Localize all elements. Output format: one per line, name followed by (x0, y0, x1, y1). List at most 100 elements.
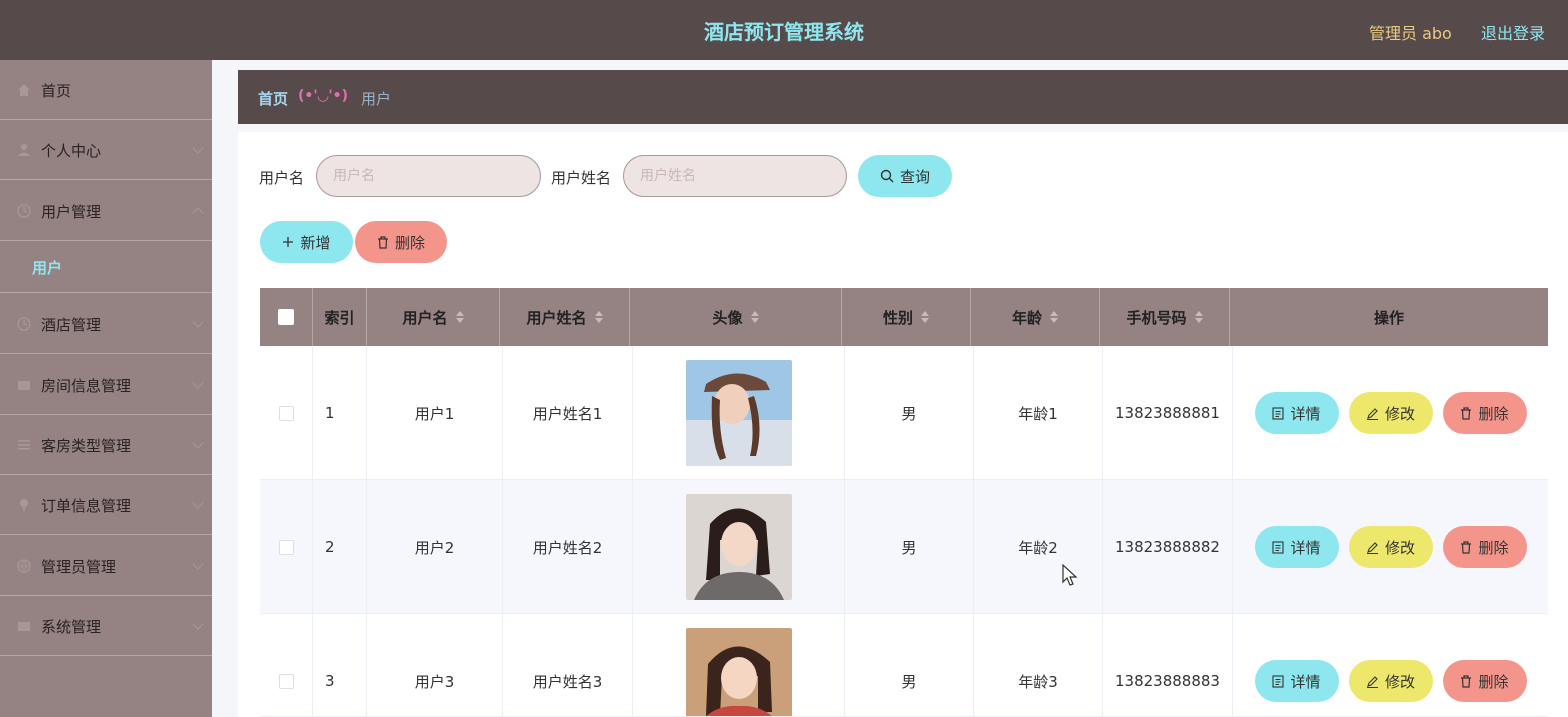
sort-icon[interactable] (1194, 311, 1203, 323)
sidebar-item-home[interactable]: 首页 (0, 60, 212, 120)
bulk-delete-button[interactable]: 删除 (355, 221, 447, 263)
table-row: 3 用户3 用户姓名3 男 年龄3 13823888883 详情 修改 删除 (260, 614, 1548, 717)
header-age[interactable]: 年龄 (971, 288, 1100, 346)
sidebar: 首页 个人中心 用户管理 用户 酒店管理 房间信息管理 客房类型管理 订单信息管… (0, 60, 212, 717)
bulk-delete-button-label: 删除 (394, 233, 425, 252)
username-input[interactable] (316, 155, 541, 197)
sidebar-item-personal-center[interactable]: 个人中心 (0, 120, 212, 180)
name-input[interactable] (623, 155, 847, 197)
delete-button-label: 删除 (1478, 404, 1509, 423)
header-label: 操作 (1373, 308, 1404, 327)
phone-cell: 13823888883 (1103, 614, 1233, 716)
pencil-icon (1366, 675, 1378, 688)
header-label: 性别 (882, 308, 913, 327)
name-label: 用户姓名 (551, 169, 612, 187)
document-icon (1272, 540, 1285, 554)
sidebar-item-label: 首页 (41, 82, 72, 100)
header-username[interactable]: 用户名 (367, 288, 500, 346)
phone-cell: 13823888881 (1103, 346, 1233, 480)
detail-button-label: 详情 (1290, 672, 1321, 691)
edit-button-label: 修改 (1384, 538, 1415, 557)
username-cell: 用户2 (367, 480, 503, 614)
edit-button[interactable]: 修改 (1348, 660, 1433, 702)
plus-icon (283, 237, 294, 247)
chevron-down-icon (192, 497, 204, 509)
gender-cell: 男 (845, 614, 974, 716)
name-cell: 用户姓名1 (503, 346, 633, 480)
header-gender[interactable]: 性别 (842, 288, 971, 346)
search-icon (880, 169, 894, 183)
detail-button-label: 详情 (1290, 404, 1321, 423)
delete-button[interactable]: 删除 (1442, 526, 1527, 568)
add-button[interactable]: 新增 (260, 221, 353, 263)
row-checkbox[interactable] (278, 539, 294, 555)
pencil-icon (1366, 541, 1378, 554)
delete-button[interactable]: 删除 (1442, 660, 1527, 702)
actions-cell: 详情 修改 删除 (1233, 346, 1548, 480)
sidebar-subitem-users[interactable]: 用户 (0, 241, 212, 293)
header-phone[interactable]: 手机号码 (1100, 288, 1230, 346)
header-label: 用户名 (402, 308, 448, 327)
globe-icon (17, 559, 31, 573)
select-all-checkbox[interactable] (278, 309, 294, 325)
edit-button-label: 修改 (1384, 672, 1415, 691)
logout-link[interactable]: 退出登录 (1481, 20, 1545, 44)
pencil-icon (1366, 407, 1378, 420)
sort-icon[interactable] (1050, 311, 1058, 323)
clock-icon (17, 317, 31, 331)
row-select-cell (260, 480, 313, 614)
header-avatar[interactable]: 头像 (630, 288, 842, 346)
document-icon (1272, 674, 1285, 688)
sort-icon[interactable] (921, 311, 929, 323)
sort-icon[interactable] (594, 311, 603, 323)
top-header: 酒店预订管理系统 管理员 abo 退出登录 (0, 0, 1568, 60)
index-cell: 2 (313, 480, 367, 614)
sort-icon[interactable] (750, 311, 759, 323)
sidebar-item-admin-management[interactable]: 管理员管理 (0, 536, 212, 596)
admin-name: 管理员 abo (1369, 24, 1452, 43)
username-cell: 用户3 (367, 614, 503, 716)
user-icon (18, 144, 30, 156)
sidebar-item-label: 管理员管理 (41, 558, 117, 576)
chevron-down-icon (192, 618, 204, 630)
username-label: 用户名 (259, 169, 305, 187)
detail-button[interactable]: 详情 (1254, 526, 1339, 568)
header-select-all[interactable] (260, 288, 313, 346)
edit-button[interactable]: 修改 (1348, 392, 1433, 434)
breadcrumb-home[interactable]: 首页 (258, 88, 288, 109)
detail-button[interactable]: 详情 (1254, 660, 1339, 702)
header-index: 索引 (313, 288, 367, 346)
age-cell: 年龄1 (974, 346, 1103, 480)
header-label: 手机号码 (1126, 308, 1187, 327)
trash-icon (1461, 540, 1472, 554)
header-label: 索引 (324, 308, 355, 327)
sidebar-item-label: 房间信息管理 (41, 377, 132, 395)
sidebar-item-hotel-management[interactable]: 酒店管理 (0, 294, 212, 354)
sidebar-item-room-type[interactable]: 客房类型管理 (0, 415, 212, 475)
username-cell: 用户1 (367, 346, 503, 480)
sidebar-item-room-info[interactable]: 房间信息管理 (0, 355, 212, 415)
sidebar-item-system-management[interactable]: 系统管理 (0, 596, 212, 656)
header-name[interactable]: 用户姓名 (500, 288, 630, 346)
detail-button[interactable]: 详情 (1254, 392, 1339, 434)
sort-icon[interactable] (455, 311, 464, 323)
gender-cell: 男 (845, 480, 974, 614)
row-checkbox[interactable] (278, 405, 294, 421)
row-select-cell (260, 346, 313, 480)
app-title: 酒店预订管理系统 (704, 20, 864, 44)
sidebar-item-user-management[interactable]: 用户管理 (0, 181, 212, 241)
sidebar-item-order-info[interactable]: 订单信息管理 (0, 475, 212, 535)
age-cell: 年龄3 (974, 614, 1103, 716)
row-checkbox[interactable] (278, 673, 294, 689)
header-label: 头像 (712, 308, 743, 327)
breadcrumb-separator: (•'◡'•) (298, 88, 349, 104)
chevron-down-icon (192, 142, 204, 154)
delete-button[interactable]: 删除 (1442, 392, 1527, 434)
sidebar-item-label: 订单信息管理 (41, 497, 132, 515)
pin-icon (20, 499, 28, 511)
actions-cell: 详情 修改 删除 (1233, 614, 1548, 716)
query-button[interactable]: 查询 (858, 155, 952, 197)
actions-cell: 详情 修改 删除 (1233, 480, 1548, 614)
edit-button[interactable]: 修改 (1348, 526, 1433, 568)
name-cell: 用户姓名3 (503, 614, 633, 716)
